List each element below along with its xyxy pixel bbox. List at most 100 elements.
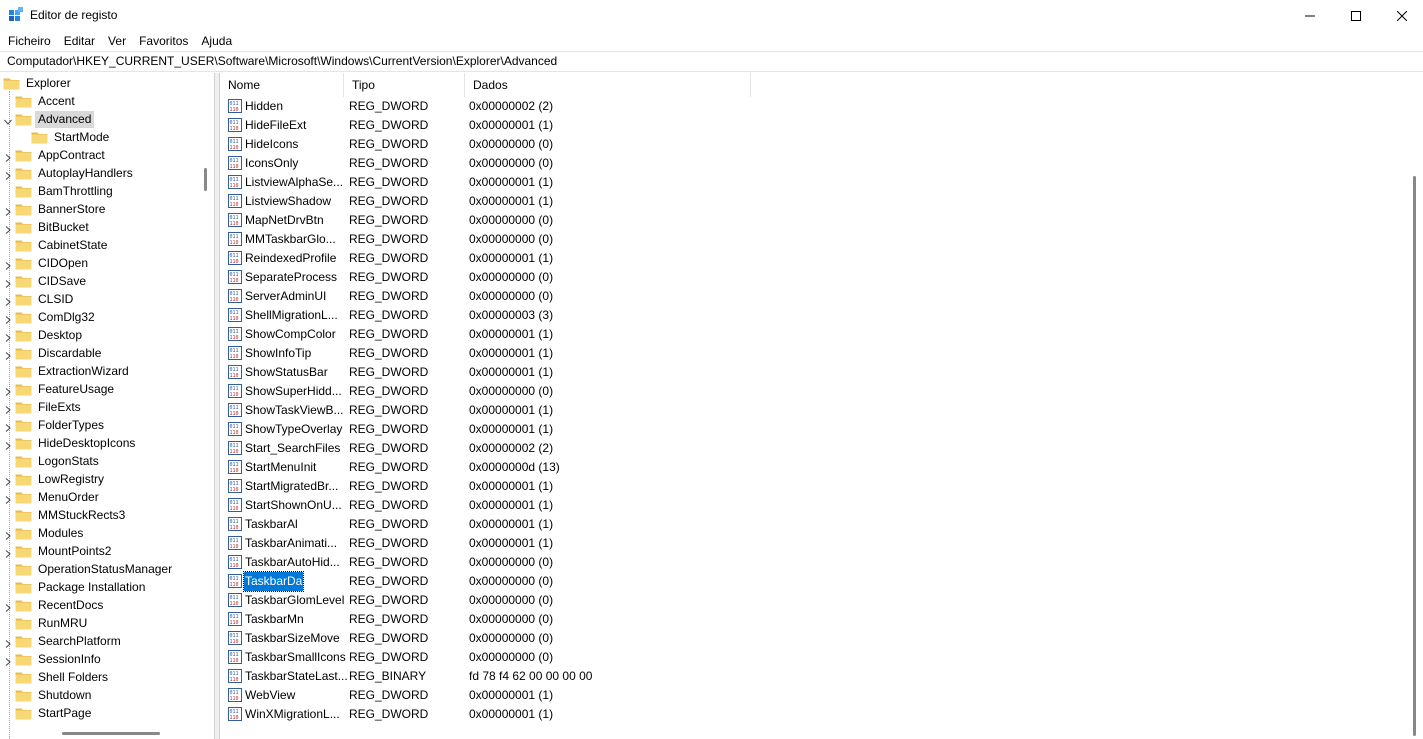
value-row[interactable]: 011 110 TaskbarDa REG_DWORD 0x00000000 (0)	[220, 571, 1400, 592]
value-row[interactable]: 011 110 StartShownOnU... REG_DWORD 0x0000000…	[220, 496, 1400, 515]
chevron-right-icon[interactable]	[4, 349, 12, 360]
value-row[interactable]: 011 110 StartMigratedBr... REG_DWORD 0x00000…	[220, 477, 1400, 496]
chevron-right-icon[interactable]	[4, 259, 12, 270]
column-header-name[interactable]: Nome	[220, 73, 344, 97]
tree-item-mmstuckrects3[interactable]: MMStuckRects3	[15, 506, 128, 524]
value-row[interactable]: 011 110 HideFileExt REG_DWORD 0x00000001 (1)	[220, 116, 1400, 135]
value-row[interactable]: 011 110 TaskbarAnimati... REG_DWORD 0x000000…	[220, 534, 1400, 553]
menu-ajuda[interactable]: Ajuda	[198, 31, 237, 51]
tree-item-modules[interactable]: Modules	[15, 524, 86, 542]
tree-item-startpage[interactable]: StartPage	[15, 704, 94, 722]
value-row[interactable]: 011 110 TaskbarMn REG_DWORD 0x00000000 (0)	[220, 610, 1400, 629]
tree-item-menuorder[interactable]: MenuOrder	[15, 488, 102, 506]
value-row[interactable]: 011 110 MMTaskbarGlo... REG_DWORD 0x00000000…	[220, 230, 1400, 249]
maximize-button[interactable]	[1333, 0, 1379, 31]
value-row[interactable]: 011 110 WinXMigrationL... REG_DWORD 0x000000…	[220, 705, 1400, 724]
menu-favoritos[interactable]: Favoritos	[136, 31, 193, 51]
value-row[interactable]: 011 110 Start_SearchFiles REG_DWORD 0x000000…	[220, 439, 1400, 458]
chevron-right-icon[interactable]	[4, 331, 12, 342]
chevron-right-icon[interactable]	[4, 601, 12, 612]
value-row[interactable]: 011 110 ShellMigrationL... REG_DWORD 0x00000…	[220, 306, 1400, 325]
chevron-right-icon[interactable]	[4, 205, 12, 216]
tree-item-foldertypes[interactable]: FolderTypes	[15, 416, 107, 434]
value-row[interactable]: 011 110 MapNetDrvBtn REG_DWORD 0x00000000 (0…	[220, 211, 1400, 230]
address-bar[interactable]: Computador\HKEY_CURRENT_USER\Software\Mi…	[0, 51, 1423, 72]
tree-item-desktop[interactable]: Desktop	[15, 326, 85, 344]
tree-item-bannerstore[interactable]: BannerStore	[15, 200, 108, 218]
tree-item-extractionwizard[interactable]: ExtractionWizard	[15, 362, 132, 380]
menu-ficheiro[interactable]: Ficheiro	[5, 31, 56, 51]
value-row[interactable]: 011 110 ShowTypeOverlay REG_DWORD 0x00000001…	[220, 420, 1400, 439]
chevron-right-icon[interactable]	[4, 403, 12, 414]
tree-item-cabinetstate[interactable]: CabinetState	[15, 236, 110, 254]
value-row[interactable]: 011 110 TaskbarGlomLevel REG_DWORD 0x0000000…	[220, 591, 1400, 610]
chevron-down-icon[interactable]	[4, 115, 12, 125]
tree-item-runmru[interactable]: RunMRU	[15, 614, 90, 632]
tree-item-autoplayhandlers[interactable]: AutoplayHandlers	[15, 164, 136, 182]
tree-item-operationstatusmanager[interactable]: OperationStatusManager	[15, 560, 175, 578]
chevron-right-icon[interactable]	[4, 493, 12, 504]
tree-item-fileexts[interactable]: FileExts	[15, 398, 84, 416]
chevron-right-icon[interactable]	[4, 637, 12, 648]
tree-scrollbar-vertical[interactable]	[204, 168, 207, 191]
close-button[interactable]	[1379, 0, 1423, 31]
tree-item-cidsave[interactable]: CIDSave	[15, 272, 89, 290]
tree-item-shell-folders[interactable]: Shell Folders	[15, 668, 111, 686]
tree-item-featureusage[interactable]: FeatureUsage	[15, 380, 117, 398]
values-list[interactable]: Nome Tipo Dados 011 110 Hidden REG_DWORD 0x0…	[220, 73, 1423, 739]
menu-ver[interactable]: Ver	[105, 31, 131, 51]
value-row[interactable]: 011 110 TaskbarStateLast... REG_BINARY fd 78…	[220, 667, 1400, 686]
tree-item-bamthrottling[interactable]: BamThrottling	[15, 182, 116, 200]
value-row[interactable]: 011 110 ServerAdminUI REG_DWORD 0x00000000 (…	[220, 287, 1400, 306]
chevron-right-icon[interactable]	[4, 421, 12, 432]
value-row[interactable]: 011 110 WebView REG_DWORD 0x00000001 (1)	[220, 686, 1400, 705]
chevron-right-icon[interactable]	[4, 475, 12, 486]
value-row[interactable]: 011 110 StartMenuInit REG_DWORD 0x0000000d (…	[220, 458, 1400, 477]
tree-item-clsid[interactable]: CLSID	[15, 290, 76, 308]
tree-item-searchplatform[interactable]: SearchPlatform	[15, 632, 124, 650]
value-row[interactable]: 011 110 TaskbarAutoHid... REG_DWORD 0x000000…	[220, 553, 1400, 572]
tree-item-accent[interactable]: Accent	[15, 92, 78, 110]
chevron-right-icon[interactable]	[4, 277, 12, 288]
value-row[interactable]: 011 110 ListviewAlphaSe... REG_DWORD 0x00000…	[220, 173, 1400, 192]
tree-item-shutdown[interactable]: Shutdown	[15, 686, 94, 704]
tree-item-package-installation[interactable]: Package Installation	[15, 578, 148, 596]
value-row[interactable]: 011 110 ReindexedProfile REG_DWORD 0x0000000…	[220, 249, 1400, 268]
value-row[interactable]: 011 110 ShowCompColor REG_DWORD 0x00000001 (…	[220, 325, 1400, 344]
tree-item-advanced[interactable]: Advanced	[15, 110, 95, 128]
value-row[interactable]: 011 110 ListviewShadow REG_DWORD 0x00000001 …	[220, 192, 1400, 211]
minimize-button[interactable]	[1287, 0, 1333, 31]
value-row[interactable]: 011 110 ShowSuperHidd... REG_DWORD 0x0000000…	[220, 382, 1400, 401]
chevron-right-icon[interactable]	[4, 655, 12, 666]
tree-item-mountpoints2[interactable]: MountPoints2	[15, 542, 114, 560]
menu-editar[interactable]: Editar	[61, 31, 100, 51]
value-row[interactable]: 011 110 ShowInfoTip REG_DWORD 0x00000001 (1)	[220, 344, 1400, 363]
value-row[interactable]: 011 110 HideIcons REG_DWORD 0x00000000 (0)	[220, 135, 1400, 154]
tree-item-discardable[interactable]: Discardable	[15, 344, 104, 362]
tree-item-explorer[interactable]: Explorer	[3, 74, 74, 92]
tree-item-bitbucket[interactable]: BitBucket	[15, 218, 92, 236]
chevron-right-icon[interactable]	[4, 313, 12, 324]
value-row[interactable]: 011 110 TaskbarSmallIcons REG_DWORD 0x000000…	[220, 648, 1400, 667]
value-row[interactable]: 011 110 TaskbarSizeMove REG_DWORD 0x00000000…	[220, 629, 1400, 648]
chevron-right-icon[interactable]	[4, 223, 12, 234]
tree-item-comdlg32[interactable]: ComDlg32	[15, 308, 98, 326]
tree-scrollbar-horizontal[interactable]	[62, 732, 160, 735]
key-tree[interactable]: Explorer Accent Advanced StartMode AppContra…	[0, 73, 214, 739]
value-row[interactable]: 011 110 Hidden REG_DWORD 0x00000002 (2)	[220, 97, 1400, 116]
column-header-type[interactable]: Tipo	[344, 73, 465, 97]
list-scrollbar[interactable]	[1413, 176, 1416, 736]
tree-item-appcontract[interactable]: AppContract	[15, 146, 108, 164]
chevron-right-icon[interactable]	[4, 295, 12, 306]
chevron-right-icon[interactable]	[4, 547, 12, 558]
value-row[interactable]: 011 110 ShowStatusBar REG_DWORD 0x00000001 (…	[220, 363, 1400, 382]
tree-item-recentdocs[interactable]: RecentDocs	[15, 596, 106, 614]
chevron-right-icon[interactable]	[4, 439, 12, 450]
value-row[interactable]: 011 110 ShowTaskViewB... REG_DWORD 0x0000000…	[220, 401, 1400, 420]
chevron-right-icon[interactable]	[4, 169, 12, 180]
tree-item-sessioninfo[interactable]: SessionInfo	[15, 650, 104, 668]
chevron-right-icon[interactable]	[4, 529, 12, 540]
value-row[interactable]: 011 110 SeparateProcess REG_DWORD 0x00000000…	[220, 268, 1400, 287]
tree-item-hidedesktopicons[interactable]: HideDesktopIcons	[15, 434, 138, 452]
value-row[interactable]: 011 110 TaskbarAl REG_DWORD 0x00000001 (1)	[220, 515, 1400, 534]
